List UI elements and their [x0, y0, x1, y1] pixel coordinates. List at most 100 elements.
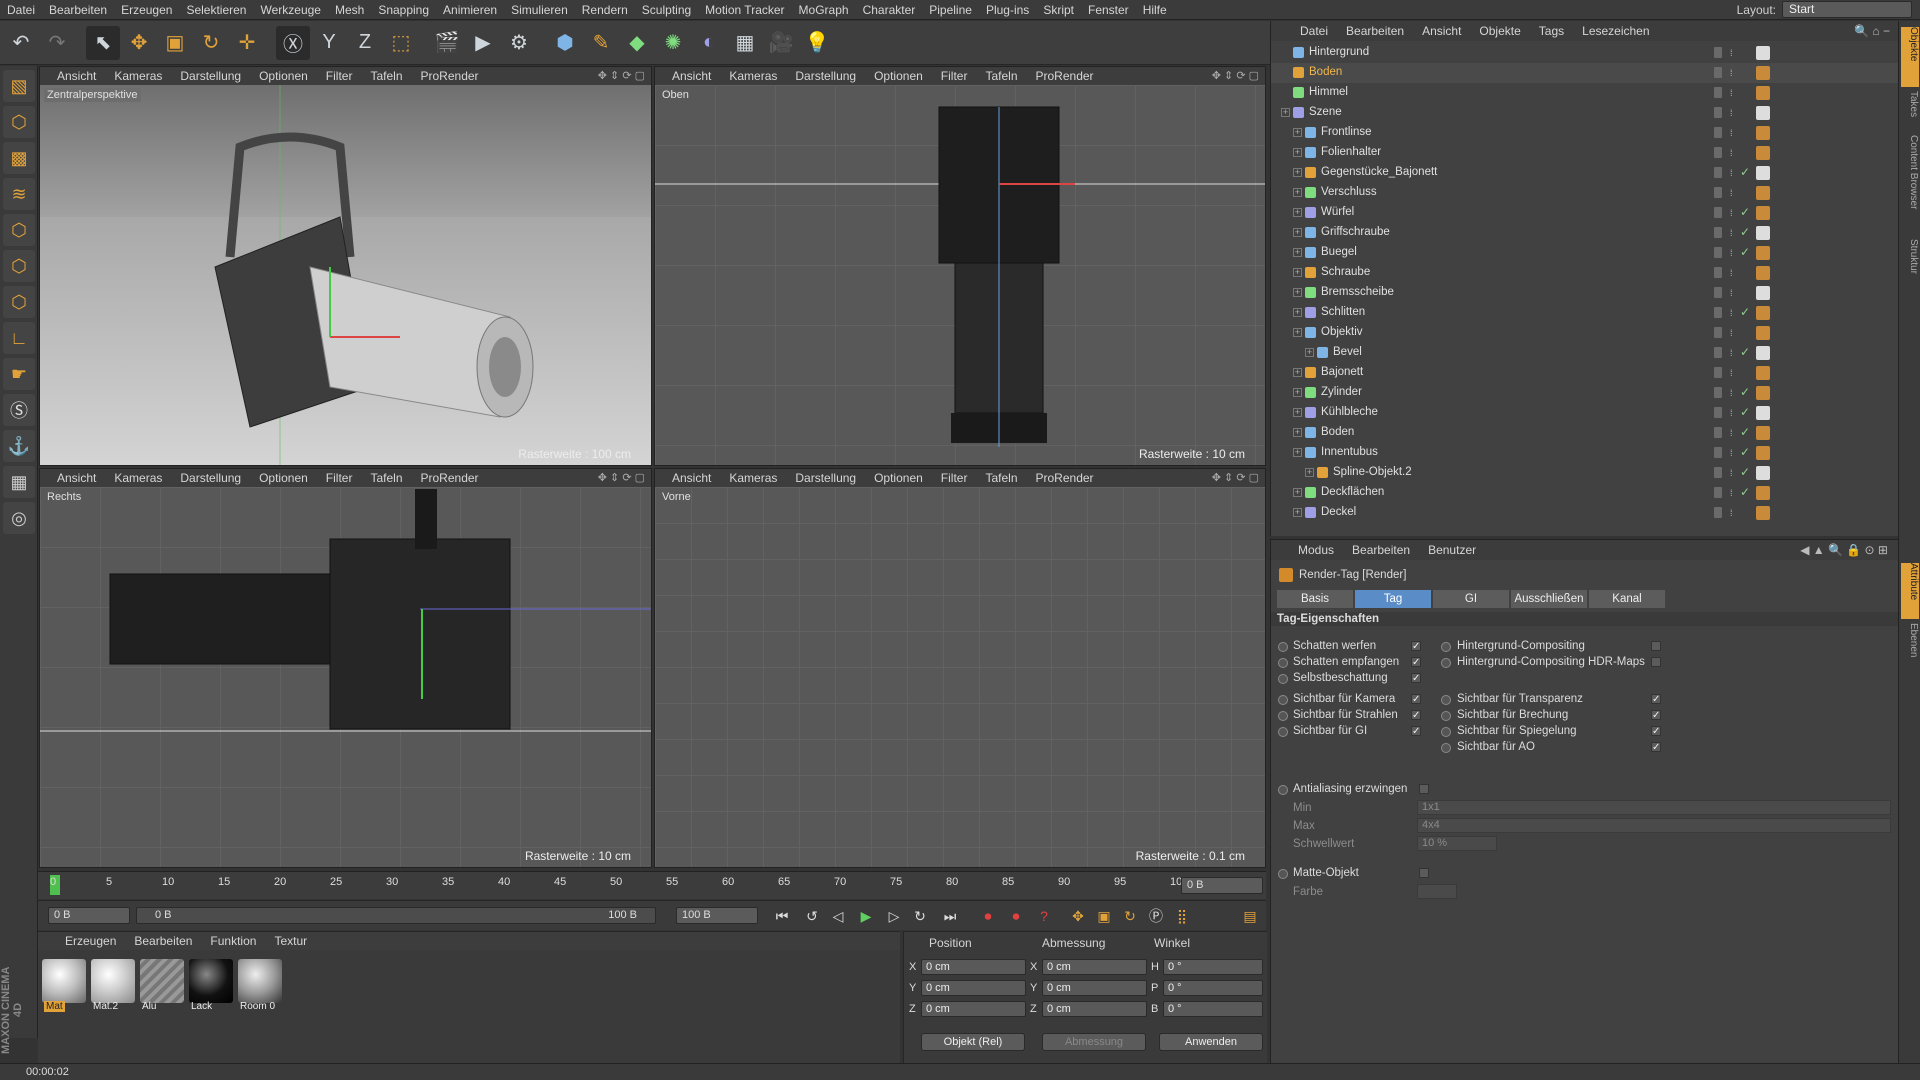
tag-icon[interactable]: [1756, 306, 1770, 320]
menu-item[interactable]: Simulieren: [504, 3, 575, 17]
material-swatch[interactable]: Mat.2: [91, 959, 135, 1015]
expand-toggle-icon[interactable]: +: [1293, 148, 1302, 157]
object-row[interactable]: Hintergrund ⁞: [1271, 43, 1899, 63]
enabled-check-icon[interactable]: ✓: [1740, 245, 1750, 259]
material-swatch[interactable]: Room 0: [238, 959, 282, 1015]
tab-ausschliessen[interactable]: Ausschließen: [1511, 590, 1587, 608]
menu-item[interactable]: Sculpting: [635, 3, 698, 17]
property-radio[interactable]: [1441, 642, 1451, 652]
min-dropdown[interactable]: 1x1: [1417, 800, 1891, 815]
enabled-check-icon[interactable]: ✓: [1740, 465, 1750, 479]
object-row[interactable]: Boden ⁞: [1271, 63, 1899, 83]
visibility-dots-icon[interactable]: ⁞: [1730, 188, 1735, 198]
snap-icon[interactable]: Ⓢ: [3, 394, 35, 426]
tag-icon[interactable]: [1756, 246, 1770, 260]
render-picture-viewer-icon[interactable]: ▶: [466, 26, 500, 60]
matte-checkbox[interactable]: [1419, 868, 1429, 878]
position-y-field[interactable]: 0 cm: [921, 980, 1026, 996]
object-row[interactable]: + Gegenstücke_Bajonett ⁞ ✓: [1271, 163, 1899, 183]
tag-icon[interactable]: [1756, 166, 1770, 180]
menu-item[interactable]: Werkzeuge: [253, 3, 327, 17]
layout-selector[interactable]: Layout: Start: [1737, 1, 1912, 18]
visibility-dots-icon[interactable]: ⁞: [1730, 68, 1735, 78]
expand-toggle-icon[interactable]: +: [1293, 268, 1302, 277]
vtab-content-browser[interactable]: Content Browser: [1901, 135, 1919, 235]
subdivision-icon[interactable]: ◆: [620, 26, 654, 60]
vtab-objekte[interactable]: Objekte: [1901, 27, 1919, 87]
auto-keying-icon[interactable]: ⏺: [1006, 906, 1026, 926]
tag-icon[interactable]: [1756, 206, 1770, 220]
light-icon[interactable]: 💡: [800, 26, 834, 60]
menu-item[interactable]: MoGraph: [792, 3, 856, 17]
object-row[interactable]: + Griffschraube ⁞ ✓: [1271, 223, 1899, 243]
size-y-field[interactable]: 0 cm: [1042, 980, 1147, 996]
enabled-check-icon[interactable]: ✓: [1740, 165, 1750, 179]
expand-toggle-icon[interactable]: +: [1293, 168, 1302, 177]
visibility-dots-icon[interactable]: ⁞: [1730, 488, 1735, 498]
enabled-check-icon[interactable]: ✓: [1740, 305, 1750, 319]
select-tool-icon[interactable]: ⬉: [86, 25, 120, 60]
object-row[interactable]: + Folienhalter ⁞: [1271, 143, 1899, 163]
object-row[interactable]: + Objektiv ⁞: [1271, 323, 1899, 343]
property-radio[interactable]: [1278, 674, 1288, 684]
object-row[interactable]: + Innentubus ⁞ ✓: [1271, 443, 1899, 463]
live-select-icon[interactable]: ✛: [230, 26, 264, 60]
property-checkbox[interactable]: ✓: [1411, 657, 1421, 668]
tag-icon[interactable]: [1756, 346, 1770, 360]
property-radio[interactable]: [1441, 727, 1451, 737]
property-radio[interactable]: [1441, 695, 1451, 705]
tag-icon[interactable]: [1756, 486, 1770, 500]
menu-item[interactable]: Mesh: [328, 3, 371, 17]
visibility-dots-icon[interactable]: ⁞: [1730, 288, 1735, 298]
layer-icon[interactable]: [1714, 387, 1722, 398]
menu-item[interactable]: Fenster: [1081, 3, 1136, 17]
layer-icon[interactable]: [1714, 87, 1722, 98]
om-menu-tags[interactable]: Tags: [1530, 24, 1573, 38]
layer-icon[interactable]: [1714, 307, 1722, 318]
expand-toggle-icon[interactable]: +: [1293, 308, 1302, 317]
enabled-check-icon[interactable]: ✓: [1740, 345, 1750, 359]
visibility-dots-icon[interactable]: ⁞: [1730, 88, 1735, 98]
layer-icon[interactable]: [1714, 487, 1722, 498]
size-mode-dropdown[interactable]: Abmessung: [1042, 1033, 1146, 1051]
material-swatch[interactable]: Mat: [42, 959, 86, 1015]
position-z-field[interactable]: 0 cm: [921, 1001, 1026, 1017]
vtab-takes[interactable]: Takes: [1901, 91, 1919, 131]
visibility-dots-icon[interactable]: ⁞: [1730, 308, 1735, 318]
property-checkbox[interactable]: ✓: [1411, 694, 1421, 705]
expand-toggle-icon[interactable]: +: [1293, 228, 1302, 237]
range-slider[interactable]: 0 B 100 B: [136, 907, 656, 924]
grid-icon[interactable]: ▦: [3, 466, 35, 498]
tab-kanal[interactable]: Kanal: [1589, 590, 1665, 608]
layer-icon[interactable]: [1714, 447, 1722, 458]
timeline-ruler[interactable]: 0 5 10 15 20 25 30 35 40 45 50 55 60 65 70 75 80 85 90 95 10…: [38, 871, 1266, 899]
move-tool-icon[interactable]: ✥: [122, 26, 156, 60]
key-pla-icon[interactable]: ⣿: [1172, 906, 1192, 926]
attr-menu-benutzer[interactable]: Benutzer: [1419, 543, 1485, 557]
visibility-dots-icon[interactable]: ⁞: [1730, 348, 1735, 358]
go-to-start-icon[interactable]: ⏮: [772, 906, 792, 926]
layer-icon[interactable]: [1714, 127, 1722, 138]
enabled-check-icon[interactable]: ✓: [1740, 485, 1750, 499]
object-row[interactable]: Himmel ⁞: [1271, 83, 1899, 103]
visibility-dots-icon[interactable]: ⁞: [1730, 208, 1735, 218]
model-mode-icon[interactable]: ⬡: [3, 106, 35, 138]
rotation-h-field[interactable]: 0 °: [1163, 959, 1263, 975]
tag-icon[interactable]: [1756, 386, 1770, 400]
mat-menu-bearbeiten[interactable]: Bearbeiten: [125, 934, 201, 948]
mat-menu-funktion[interactable]: Funktion: [201, 934, 265, 948]
property-checkbox[interactable]: ✓: [1411, 726, 1421, 737]
property-checkbox[interactable]: ✓: [1651, 710, 1661, 721]
menu-item[interactable]: Rendern: [575, 3, 635, 17]
x-axis-lock-icon[interactable]: Ⓧ: [276, 25, 310, 60]
property-radio[interactable]: [1278, 727, 1288, 737]
visibility-dots-icon[interactable]: ⁞: [1730, 508, 1735, 518]
points-mode-icon[interactable]: ⬡: [3, 214, 35, 246]
menu-item[interactable]: Erzeugen: [114, 3, 179, 17]
layer-icon[interactable]: [1714, 227, 1722, 238]
record-keys-icon[interactable]: ⏺: [978, 906, 998, 926]
tag-icon[interactable]: [1756, 266, 1770, 280]
visibility-dots-icon[interactable]: ⁞: [1730, 468, 1735, 478]
visibility-dots-icon[interactable]: ⁞: [1730, 148, 1735, 158]
expand-toggle-icon[interactable]: +: [1293, 368, 1302, 377]
